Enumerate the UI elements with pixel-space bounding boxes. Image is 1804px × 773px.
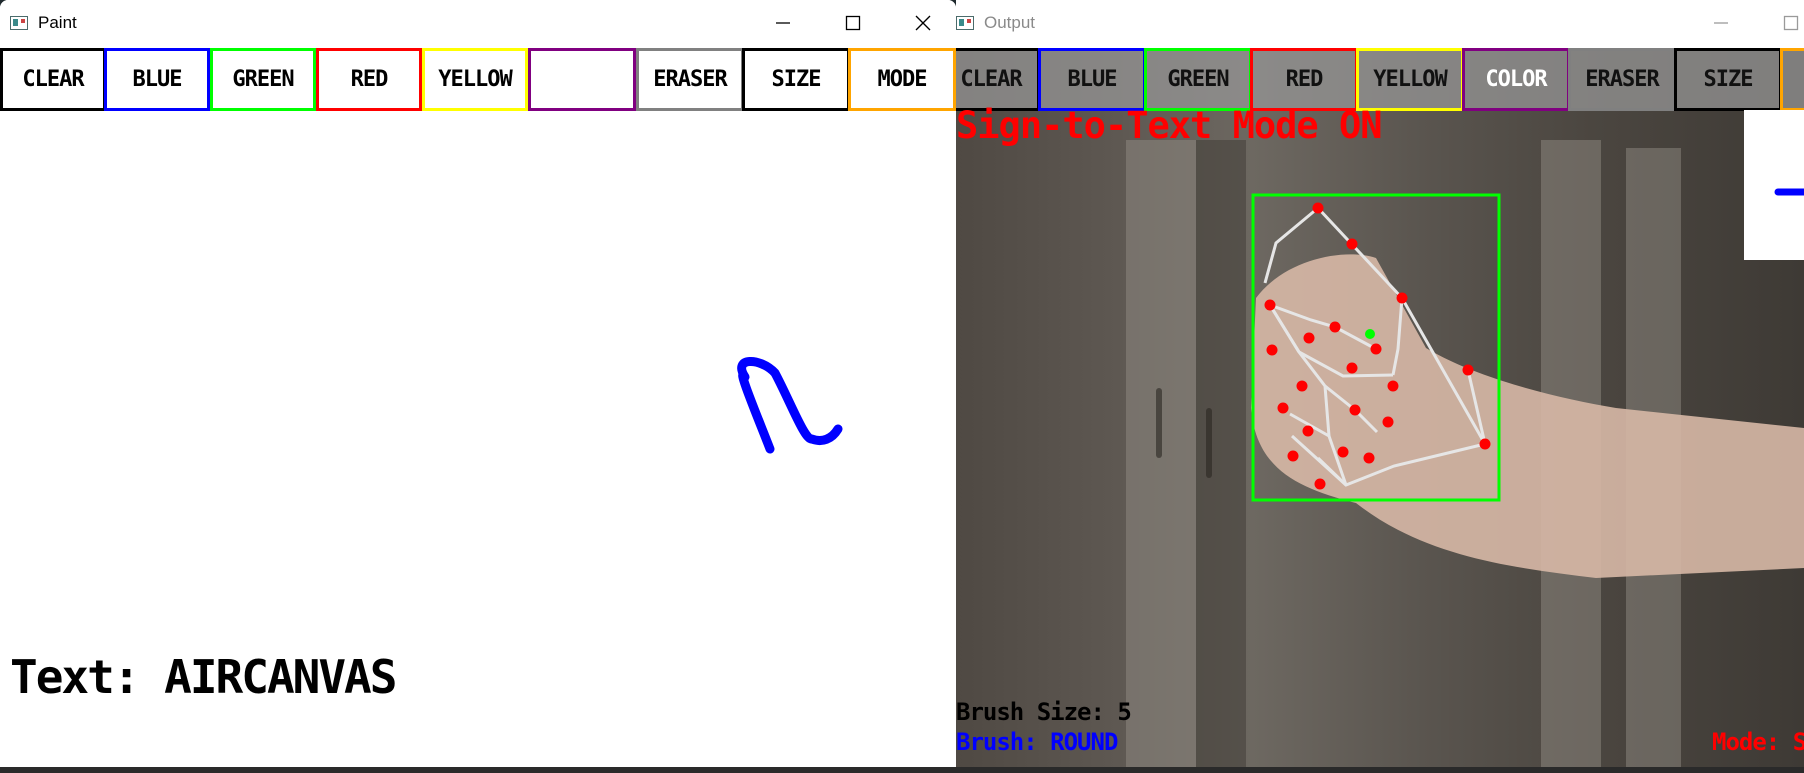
- fingertip-cursor: [1365, 329, 1375, 339]
- paint-window-title: Paint: [38, 13, 77, 32]
- mode-label: Mode: S: [1712, 728, 1804, 756]
- landmark-point: [1370, 343, 1382, 355]
- landmark-point: [1346, 362, 1358, 374]
- color-button[interactable]: [528, 48, 636, 111]
- maximize-icon: [845, 15, 861, 31]
- landmark-point: [1479, 438, 1491, 450]
- camera-feed: CLEAR BLUE GREEN RED YELLOW COLOR ERASER…: [956, 48, 1804, 767]
- mode-button[interactable]: MODE: [848, 48, 956, 111]
- minimize-button[interactable]: [748, 0, 818, 46]
- close-icon: [915, 15, 931, 31]
- output-app-icon: [956, 16, 974, 30]
- minimize-icon: [776, 22, 790, 24]
- landmark-point: [1303, 332, 1315, 344]
- brush-type-label: Brush: ROUND: [956, 728, 1118, 756]
- size-button[interactable]: SIZE: [742, 48, 850, 111]
- landmark-point: [1277, 402, 1289, 414]
- green-button[interactable]: GREEN: [210, 48, 316, 111]
- landmark-point: [1382, 416, 1394, 428]
- landmark-point: [1287, 450, 1299, 462]
- landmark-point: [1363, 452, 1375, 464]
- landmark-point: [1387, 380, 1399, 392]
- clear-button[interactable]: CLEAR: [0, 48, 106, 111]
- paint-toolbar: CLEAR BLUE GREEN RED YELLOW ERASER SIZE …: [0, 48, 956, 111]
- minimize-icon: [1714, 22, 1728, 24]
- landmark-point: [1312, 202, 1324, 214]
- brush-size-label: Brush Size: 5: [956, 698, 1132, 726]
- hand-tracking-overlay: [1251, 193, 1501, 502]
- landmark-point: [1314, 478, 1326, 490]
- hand-landmarks: [1264, 202, 1491, 490]
- maximize-icon: [1783, 15, 1799, 31]
- landmark-point: [1396, 292, 1408, 304]
- output-maximize-button[interactable]: [1756, 0, 1804, 46]
- red-button[interactable]: RED: [316, 48, 422, 111]
- landmark-point: [1337, 446, 1349, 458]
- landmark-point: [1349, 404, 1361, 416]
- landmark-point: [1264, 299, 1276, 311]
- maximize-button[interactable]: [818, 0, 888, 46]
- landmark-point: [1266, 344, 1278, 356]
- paint-window: Paint CLEAR BLUE GREEN RED YELLOW ERASER…: [0, 0, 956, 767]
- eraser-button[interactable]: ERASER: [636, 48, 744, 111]
- landmark-point: [1329, 321, 1341, 333]
- paint-app-icon: [10, 16, 28, 30]
- drawn-stroke: [737, 357, 843, 454]
- taskbar-strip: [0, 767, 1804, 773]
- output-window: Output CLEAR BLUE GREEN RED YELLOW COLOR…: [956, 0, 1804, 767]
- landmark-point: [1296, 380, 1308, 392]
- blue-button[interactable]: BLUE: [104, 48, 210, 111]
- output-titlebar[interactable]: Output: [956, 0, 1804, 46]
- output-minimize-button[interactable]: [1686, 0, 1756, 46]
- landmark-point: [1302, 425, 1314, 437]
- landmark-point: [1346, 238, 1358, 250]
- recognized-text: Text: AIRCANVAS: [10, 650, 397, 704]
- landmark-point: [1462, 364, 1474, 376]
- yellow-button[interactable]: YELLOW: [422, 48, 528, 111]
- output-window-title: Output: [984, 13, 1036, 32]
- close-button[interactable]: [888, 0, 956, 46]
